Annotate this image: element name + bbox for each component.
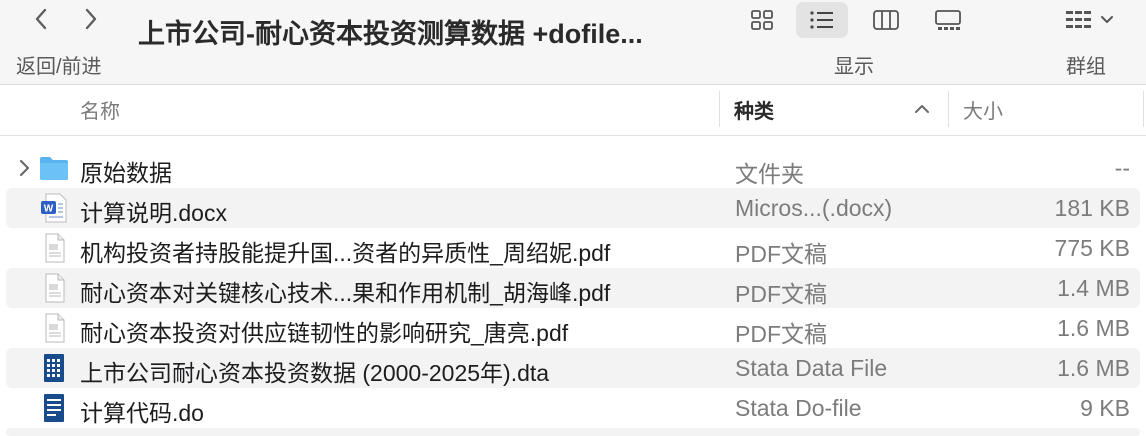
column-divider[interactable] <box>948 91 949 127</box>
window-title: 上市公司-耐心资本投资测算数据 +dofile... <box>138 19 643 49</box>
file-row[interactable]: W 计算说明.docx Micros...(.docx) 181 KB <box>6 188 1140 228</box>
view-label: 显示 <box>834 56 874 78</box>
chevron-left-icon <box>35 8 47 30</box>
file-kind: PDF文稿 <box>735 321 827 347</box>
file-size: -- <box>1114 155 1130 181</box>
column-size-header[interactable]: 大小 <box>963 95 1003 124</box>
chevron-right-icon <box>85 8 97 30</box>
file-row[interactable]: 机构投资者持股能提升国...资者的异质性_周绍妮.pdf PDF文稿 775 K… <box>6 228 1140 268</box>
empty-row <box>6 428 1140 436</box>
file-size: 1.6 MB <box>1057 315 1130 341</box>
forward-button[interactable] <box>76 4 106 34</box>
column-name-header[interactable]: 名称 <box>80 95 120 124</box>
group-icon <box>1066 11 1091 28</box>
file-name: 上市公司耐心资本投资数据 (2000-2025年).dta <box>80 360 550 386</box>
file-name: 耐心资本对关键核心技术...果和作用机制_胡海峰.pdf <box>80 280 611 306</box>
stata-data-icon <box>44 354 64 382</box>
nav-label: 返回/前进 <box>16 56 102 78</box>
file-kind: Stata Do-file <box>735 395 862 421</box>
column-kind-header[interactable]: 种类 <box>734 95 774 124</box>
file-row[interactable]: 耐心资本投资对供应链韧性的影响研究_唐亮.pdf PDF文稿 1.6 MB <box>6 308 1140 348</box>
file-size: 1.6 MB <box>1057 355 1130 381</box>
file-name: 计算说明.docx <box>80 200 227 226</box>
file-row[interactable]: 计算代码.do Stata Do-file 9 KB <box>6 388 1140 428</box>
file-name: 机构投资者持股能提升国...资者的异质性_周绍妮.pdf <box>80 240 611 266</box>
svg-text:W: W <box>44 204 54 215</box>
word-document-icon: W <box>41 193 67 223</box>
file-kind: 文件夹 <box>735 161 804 187</box>
column-view-button[interactable] <box>860 2 912 38</box>
file-size: 181 KB <box>1054 195 1130 221</box>
column-divider[interactable] <box>719 91 720 127</box>
list-view-icon <box>810 11 833 29</box>
pdf-document-icon <box>45 273 65 303</box>
file-row[interactable]: 耐心资本对关键核心技术...果和作用机制_胡海峰.pdf PDF文稿 1.4 M… <box>6 268 1140 308</box>
pdf-document-icon <box>45 313 65 343</box>
file-kind: Micros...(.docx) <box>735 195 893 221</box>
file-kind: Stata Data File <box>735 355 888 381</box>
disclosure-triangle-icon[interactable] <box>15 157 33 179</box>
icon-view-button[interactable] <box>736 2 788 38</box>
file-size: 775 KB <box>1054 235 1130 261</box>
toolbar: 返回/前进 上市公司-耐心资本投资测算数据 +dofile... 显示 群组 <box>0 0 1146 85</box>
chevron-down-icon <box>1101 16 1113 23</box>
file-name: 计算代码.do <box>80 400 204 426</box>
sort-ascending-icon[interactable] <box>912 99 932 119</box>
group-label: 群组 <box>1066 56 1106 78</box>
grid-view-icon <box>751 10 773 30</box>
column-header: 名称 种类 大小 <box>0 85 1146 136</box>
file-row[interactable]: 上市公司耐心资本投资数据 (2000-2025年).dta Stata Data… <box>6 348 1140 388</box>
back-button[interactable] <box>26 4 56 34</box>
group-button[interactable] <box>1054 2 1124 38</box>
list-view-button[interactable] <box>796 2 848 38</box>
columns-view-icon <box>873 10 899 30</box>
file-size: 1.4 MB <box>1057 275 1130 301</box>
folder-icon <box>40 157 68 180</box>
file-name: 原始数据 <box>80 160 172 186</box>
stata-dofile-icon <box>44 394 64 422</box>
file-kind: PDF文稿 <box>735 281 827 307</box>
file-name: 耐心资本投资对供应链韧性的影响研究_唐亮.pdf <box>80 320 569 346</box>
gallery-view-icon <box>935 10 961 30</box>
column-divider[interactable] <box>1143 91 1144 127</box>
file-kind: PDF文稿 <box>735 241 827 267</box>
gallery-view-button[interactable] <box>922 2 974 38</box>
file-size: 9 KB <box>1080 395 1130 421</box>
pdf-document-icon <box>45 233 65 263</box>
file-row[interactable]: 原始数据 文件夹 -- <box>6 148 1140 188</box>
